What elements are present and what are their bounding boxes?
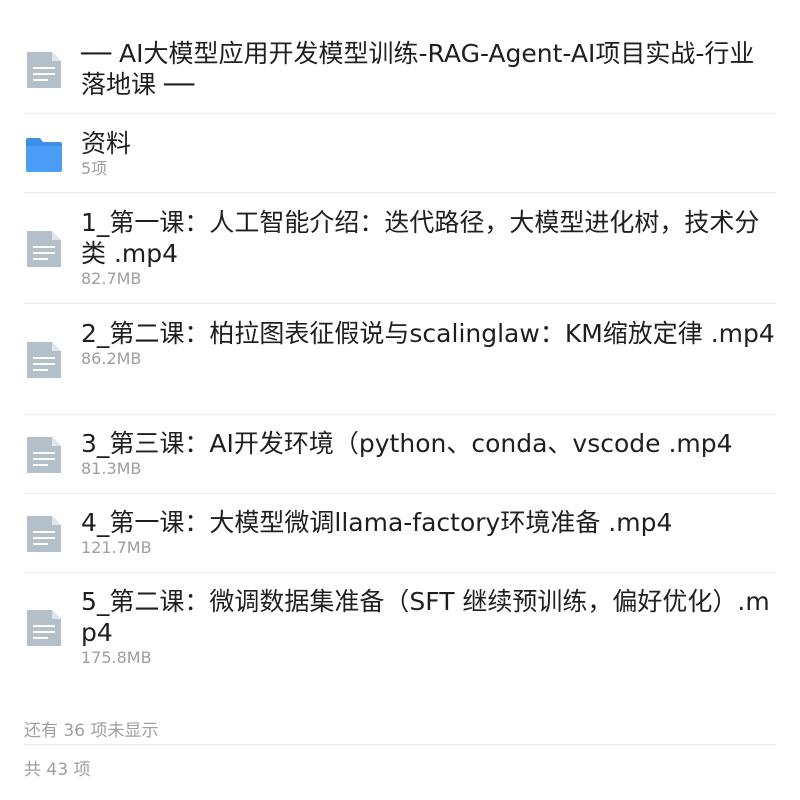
divider (24, 192, 776, 193)
divider (24, 572, 776, 573)
divider (24, 744, 776, 745)
document-icon (27, 610, 61, 646)
item-title: 5_第二课：微调数据集准备（SFT 继续预训练，偏好优化）.mp4 (81, 587, 770, 647)
item-title: 3_第三课：AI开发环境（python、conda、vscode .mp4 (81, 429, 733, 458)
document-icon (27, 342, 61, 378)
item-title: 资料 (81, 129, 132, 158)
list-item-folder[interactable]: 资料 5项 (24, 128, 776, 182)
item-title: 4_第一课：大模型微调llama-factory环境准备 .mp4 (81, 508, 673, 537)
document-icon (27, 231, 61, 267)
divider (24, 414, 776, 415)
list-item-file[interactable]: 3_第三课：AI开发环境（python、conda、vscode .mp4 81… (24, 428, 776, 484)
document-icon (27, 516, 61, 552)
item-title: 1_第一课：人工智能介绍：迭代路径，大模型进化树，技术分类 .mp4 (81, 208, 760, 268)
item-meta: 121.7MB (81, 538, 152, 557)
item-meta: 86.2MB (81, 349, 142, 368)
divider (24, 493, 776, 494)
folder-icon (26, 138, 62, 172)
divider (24, 113, 776, 114)
document-icon (27, 52, 61, 88)
list-item-header-title[interactable]: ── AI大模型应用开发模型训练-RAG-Agent-AI项目实战-行业落地课 … (24, 38, 776, 102)
document-icon (27, 437, 61, 473)
item-title: 2_第二课：柏拉图表征假说与scalinglaw：KM缩放定律 .mp4 (81, 319, 775, 348)
item-title: ── AI大模型应用开发模型训练-RAG-Agent-AI项目实战-行业落地课 … (81, 39, 755, 99)
list-item-file[interactable]: 5_第二课：微调数据集准备（SFT 继续预训练，偏好优化）.mp4 175.8M… (24, 586, 776, 672)
divider (24, 303, 776, 304)
total-count: 共 43 项 (24, 760, 91, 780)
item-meta: 5项 (81, 159, 108, 178)
item-meta: 175.8MB (81, 648, 152, 667)
item-meta: 81.3MB (81, 459, 142, 478)
item-meta: 82.7MB (81, 269, 142, 288)
hidden-items-notice: 还有 36 项未显示 (24, 721, 159, 741)
list-item-file[interactable]: 4_第一课：大模型微调llama-factory环境准备 .mp4 121.7M… (24, 507, 776, 563)
list-item-file[interactable]: 1_第一课：人工智能介绍：迭代路径，大模型进化树，技术分类 .mp4 82.7M… (24, 207, 776, 293)
list-item-file[interactable]: 2_第二课：柏拉图表征假说与scalinglaw：KM缩放定律 .mp4 86.… (24, 318, 776, 404)
